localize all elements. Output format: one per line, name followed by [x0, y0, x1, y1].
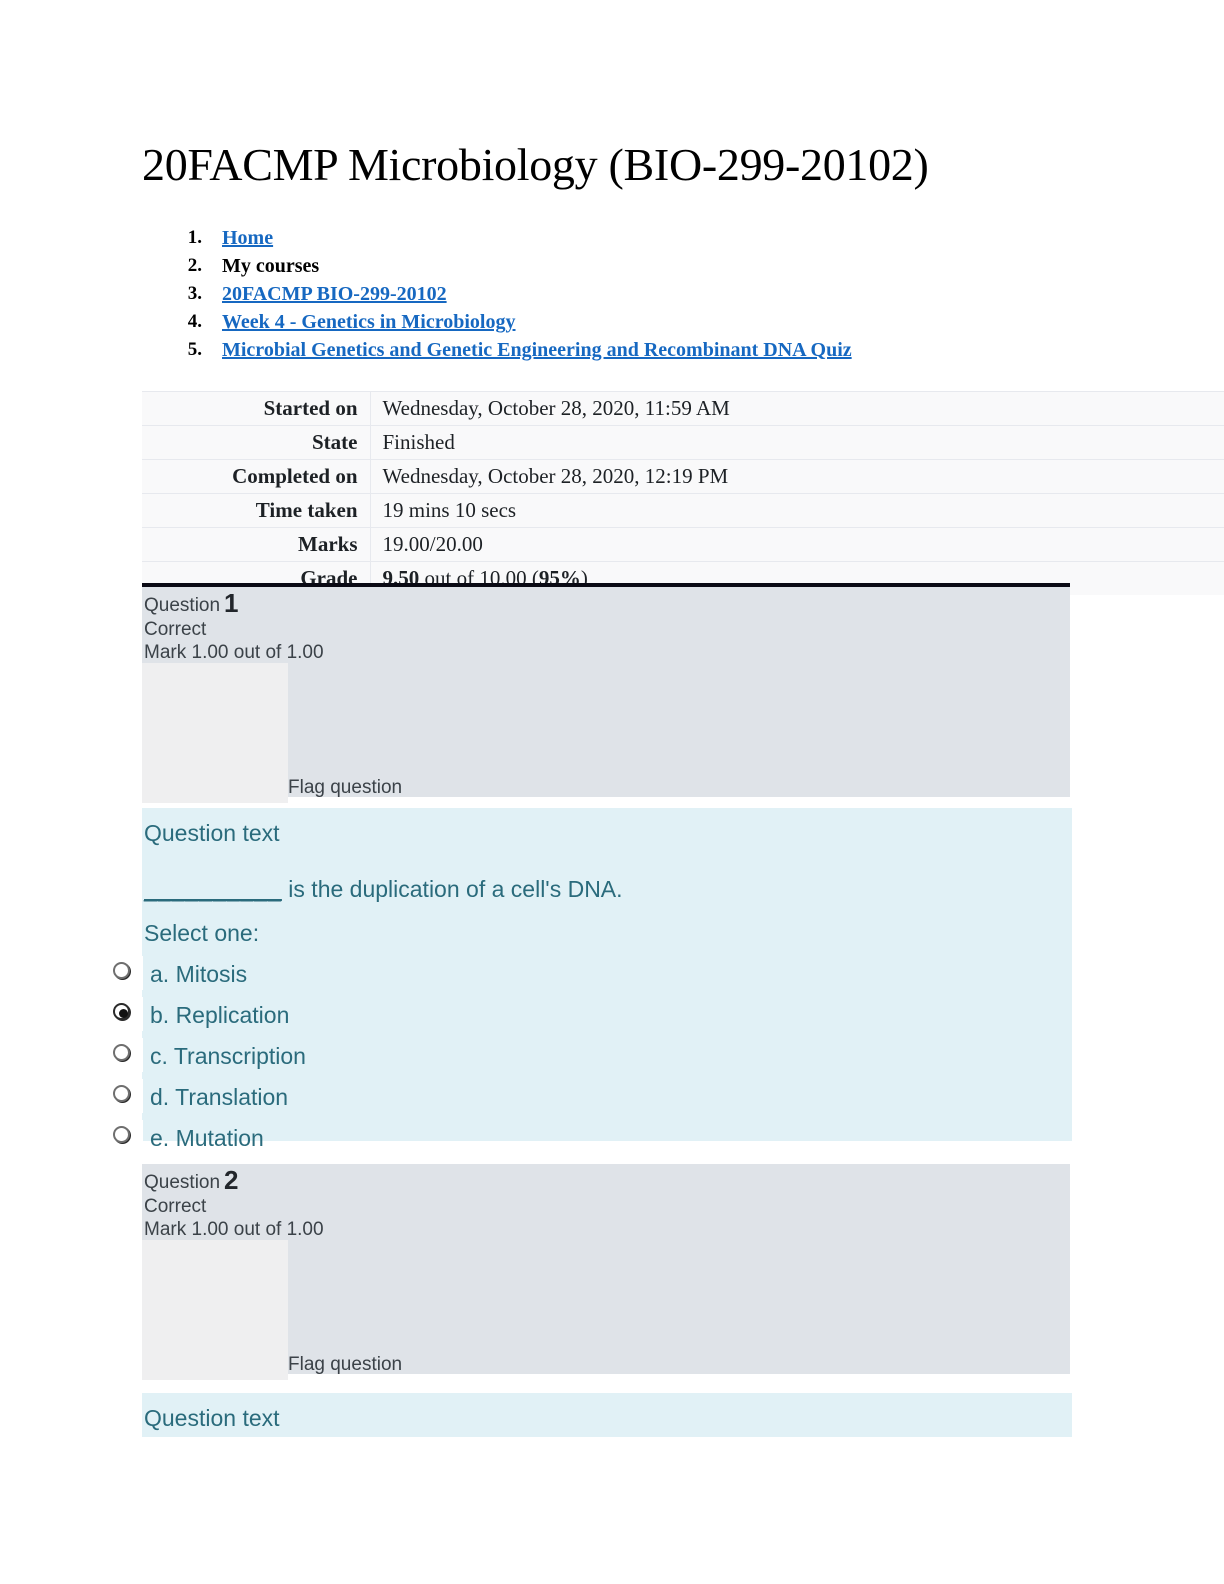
question-1-select-one-label: Select one:	[144, 920, 260, 946]
question-number-value: 2	[224, 1165, 239, 1195]
answer-option-d-label: d. Translation	[150, 1084, 289, 1110]
question-1-header-block: Question 1 Correct Mark 1.00 out of 1.00 …	[142, 583, 1070, 803]
summary-key-started-on: Started on	[142, 391, 371, 426]
question-1-body: Question text __________ is the duplicat…	[107, 808, 1072, 1154]
breadcrumb-item-my-courses: 2. My courses	[142, 252, 1082, 280]
summary-value-marks: 19.00/20.00	[370, 527, 1224, 562]
radio-circle-icon	[113, 1126, 130, 1143]
breadcrumb-item-quiz[interactable]: 5. Microbial Genetics and Genetic Engine…	[142, 336, 1082, 364]
question-label: Question	[144, 1172, 221, 1193]
question-1-state: Correct	[144, 619, 207, 640]
question-1-flag-panel	[142, 663, 288, 803]
question-2-mark: Mark 1.00 out of 1.00	[144, 1219, 324, 1240]
breadcrumb-item-home[interactable]: 1. Home	[142, 224, 1082, 252]
breadcrumb-link-home[interactable]: Home	[222, 227, 273, 249]
question-2-body: Question text	[142, 1393, 1072, 1437]
radio-circle-checked-icon	[113, 1003, 130, 1020]
breadcrumb-number: 4.	[187, 311, 202, 332]
breadcrumb-number: 3.	[187, 283, 202, 304]
question-1-flag-button[interactable]: Flag question	[288, 777, 402, 799]
summary-key-time-taken: Time taken	[142, 493, 371, 528]
answer-option-b[interactable]: b. Replication	[107, 995, 1072, 1036]
summary-value-state: Finished	[370, 425, 1224, 460]
radio-button-e[interactable]	[107, 1120, 143, 1154]
answer-option-e-label: e. Mutation	[150, 1125, 264, 1151]
answer-option-c[interactable]: c. Transcription	[107, 1036, 1072, 1077]
question-1-mark: Mark 1.00 out of 1.00	[144, 642, 324, 663]
answer-option-a[interactable]: a. Mitosis	[107, 954, 1072, 995]
summary-value-completed-on: Wednesday, October 28, 2020, 12:19 PM	[370, 459, 1224, 494]
answer-option-d[interactable]: d. Translation	[107, 1077, 1072, 1118]
breadcrumb-label-my-courses: My courses	[222, 255, 320, 277]
question-1-answer-list: a. Mitosis b. Replication c. Transcripti…	[107, 954, 1072, 1167]
question-2-header-block: Question 2 Correct Mark 1.00 out of 1.00 …	[142, 1164, 1070, 1380]
breadcrumb-link-course[interactable]: 20FACMP BIO-299-20102	[222, 283, 447, 305]
question-1-stem-text: is the duplication of a cell's DNA.	[281, 876, 623, 902]
summary-key-completed-on: Completed on	[142, 459, 371, 494]
table-row: Completed on Wednesday, October 28, 2020…	[142, 459, 1224, 494]
question-1-stem: __________ is the duplication of a cell'…	[142, 848, 1072, 904]
question-2-flag-panel	[142, 1240, 288, 1380]
answer-option-a-label: a. Mitosis	[150, 961, 248, 987]
breadcrumb-item-course[interactable]: 3. 20FACMP BIO-299-20102	[142, 280, 1082, 308]
question-1-blank: __________	[144, 876, 282, 902]
radio-circle-icon	[113, 962, 130, 979]
answer-option-b-label: b. Replication	[150, 1002, 290, 1028]
answer-option-e[interactable]: e. Mutation	[107, 1118, 1072, 1159]
radio-circle-icon	[113, 1085, 130, 1102]
table-row: Started on Wednesday, October 28, 2020, …	[142, 391, 1224, 426]
question-2-info: Question 2 Correct Mark 1.00 out of 1.00 …	[142, 1164, 1070, 1380]
question-1-number: Question 1	[144, 588, 239, 618]
question-2-text-label: Question text	[144, 1405, 280, 1431]
question-2-state: Correct	[144, 1196, 207, 1217]
radio-button-d[interactable]	[107, 1079, 143, 1113]
summary-value-started-on: Wednesday, October 28, 2020, 11:59 AM	[370, 391, 1224, 426]
quiz-summary-table: Started on Wednesday, October 28, 2020, …	[142, 391, 1224, 595]
radio-circle-icon	[113, 1044, 130, 1061]
answer-option-c-label: c. Transcription	[150, 1043, 306, 1069]
question-2-flag-button[interactable]: Flag question	[288, 1354, 402, 1376]
breadcrumb-number: 5.	[187, 339, 202, 360]
table-row: Marks 19.00/20.00	[142, 527, 1224, 562]
radio-button-c[interactable]	[107, 1038, 143, 1072]
question-1-info: Question 1 Correct Mark 1.00 out of 1.00 …	[142, 587, 1070, 803]
summary-key-state: State	[142, 425, 371, 460]
summary-key-marks: Marks	[142, 527, 371, 562]
breadcrumb-number: 1.	[187, 227, 202, 248]
radio-button-a[interactable]	[107, 956, 143, 990]
table-row: State Finished	[142, 425, 1224, 460]
question-number-value: 1	[224, 588, 239, 618]
breadcrumb-link-week[interactable]: Week 4 - Genetics in Microbiology	[222, 311, 516, 333]
breadcrumb-link-quiz[interactable]: Microbial Genetics and Genetic Engineeri…	[222, 339, 852, 361]
page-title: 20FACMP Microbiology (BIO-299-20102)	[142, 139, 929, 190]
radio-button-b[interactable]	[107, 997, 143, 1031]
question-1-text-label: Question text	[144, 820, 280, 846]
breadcrumb: 1. Home 2. My courses 3. 20FACMP BIO-299…	[142, 224, 1082, 364]
question-label: Question	[144, 595, 221, 616]
summary-value-time-taken: 19 mins 10 secs	[370, 493, 1224, 528]
question-2-number: Question 2	[144, 1165, 239, 1195]
breadcrumb-item-week[interactable]: 4. Week 4 - Genetics in Microbiology	[142, 308, 1082, 336]
table-row: Time taken 19 mins 10 secs	[142, 493, 1224, 528]
breadcrumb-number: 2.	[187, 255, 202, 276]
